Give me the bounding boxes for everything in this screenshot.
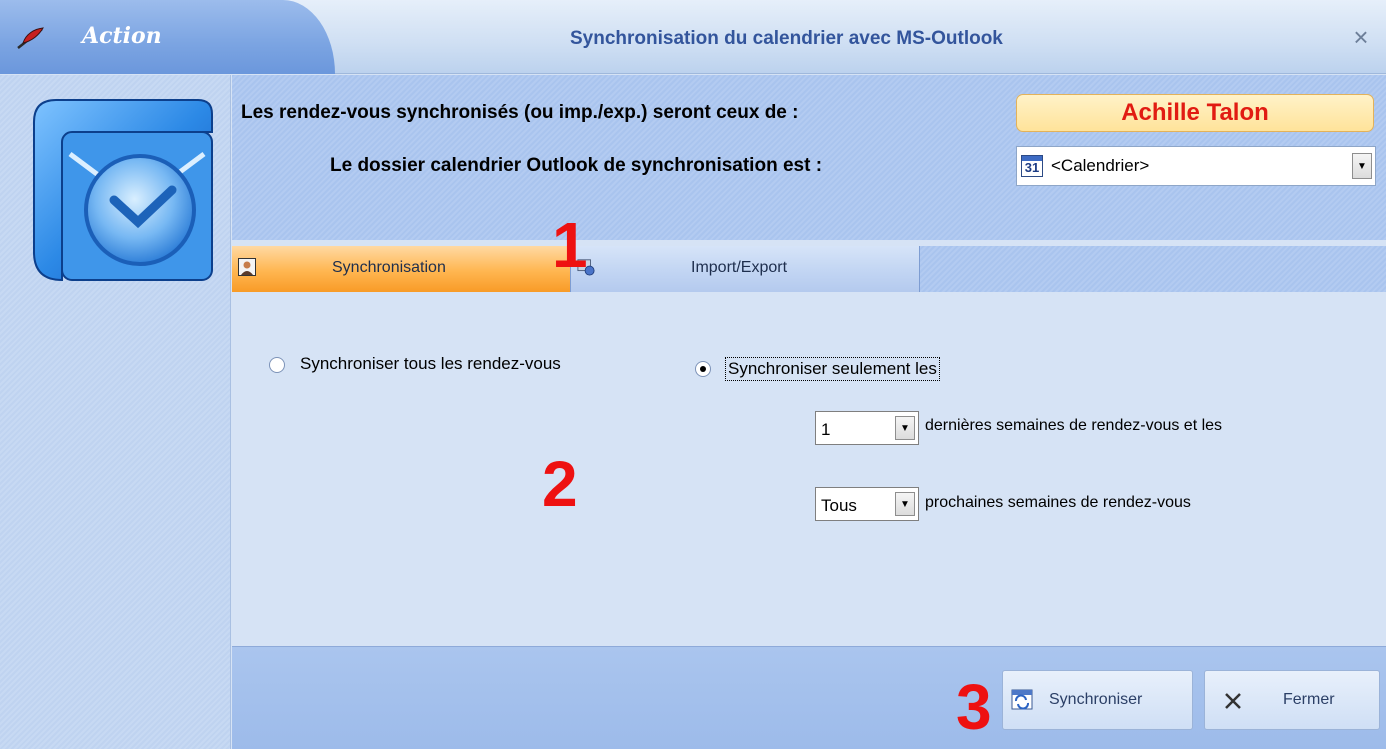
outlook-logo-icon xyxy=(33,99,213,282)
radio-sync-only-label[interactable]: Synchroniser seulement les xyxy=(725,357,940,381)
appointments-owner-label: Les rendez-vous synchronisés (ou imp./ex… xyxy=(241,102,799,123)
past-weeks-text: dernières semaines de rendez-vous et les xyxy=(925,417,1223,434)
radio-sync-all-label[interactable]: Synchroniser tous les rendez-vous xyxy=(300,354,561,374)
sync-options-panel xyxy=(232,292,1386,646)
fermer-button-label: Fermer xyxy=(1283,691,1335,708)
action-label: Action xyxy=(82,23,162,49)
action-menu-tab[interactable]: Action xyxy=(0,0,335,74)
tab-import-export-label: Import/Export xyxy=(691,259,788,276)
annotation-marker-2: 2 xyxy=(542,448,578,520)
feather-icon xyxy=(17,27,44,49)
synchroniser-button-label: Synchroniser xyxy=(1049,691,1143,708)
sync-icon xyxy=(1011,689,1033,710)
chevron-down-icon[interactable]: ▼ xyxy=(895,416,915,440)
chevron-down-icon[interactable]: ▼ xyxy=(1352,153,1372,179)
calendar-icon: 31 xyxy=(1021,155,1043,177)
annotation-marker-3: 3 xyxy=(956,671,992,743)
outlook-folder-label: Le dossier calendrier Outlook de synchro… xyxy=(330,155,823,176)
close-x-icon xyxy=(1225,693,1241,709)
past-weeks-select[interactable]: 1 ▼ xyxy=(815,411,919,445)
chevron-down-icon[interactable]: ▼ xyxy=(895,492,915,516)
radio-sync-only[interactable] xyxy=(695,361,711,377)
folder-value: <Calendrier> xyxy=(1051,156,1150,175)
next-weeks-select[interactable]: Tous ▼ xyxy=(815,487,919,521)
next-weeks-text: prochaines semaines de rendez-vous xyxy=(925,494,1191,511)
owner-name-badge: Achille Talon xyxy=(1016,94,1374,132)
tab-strip: Synchronisation Import/Export xyxy=(232,246,1386,292)
outlook-folder-select[interactable]: 31 <Calendrier> ▼ xyxy=(1016,146,1376,186)
past-weeks-value: 1 xyxy=(821,420,831,439)
synchroniser-button[interactable]: Synchroniser xyxy=(1002,670,1193,730)
title-bar: Action Synchronisation du calendrier ave… xyxy=(0,0,1386,74)
window-title: Synchronisation du calendrier avec MS-Ou… xyxy=(570,28,1003,49)
tab-synchronisation-label: Synchronisation xyxy=(332,259,446,276)
radio-sync-all[interactable] xyxy=(269,357,285,373)
close-icon[interactable]: × xyxy=(1346,22,1376,52)
next-weeks-value: Tous xyxy=(821,496,857,515)
fermer-button[interactable]: Fermer xyxy=(1204,670,1380,730)
tab-synchronisation[interactable]: Synchronisation xyxy=(232,246,571,292)
person-icon xyxy=(238,258,256,276)
tab-import-export[interactable]: Import/Export xyxy=(571,246,920,292)
annotation-marker-1: 1 xyxy=(552,209,588,281)
